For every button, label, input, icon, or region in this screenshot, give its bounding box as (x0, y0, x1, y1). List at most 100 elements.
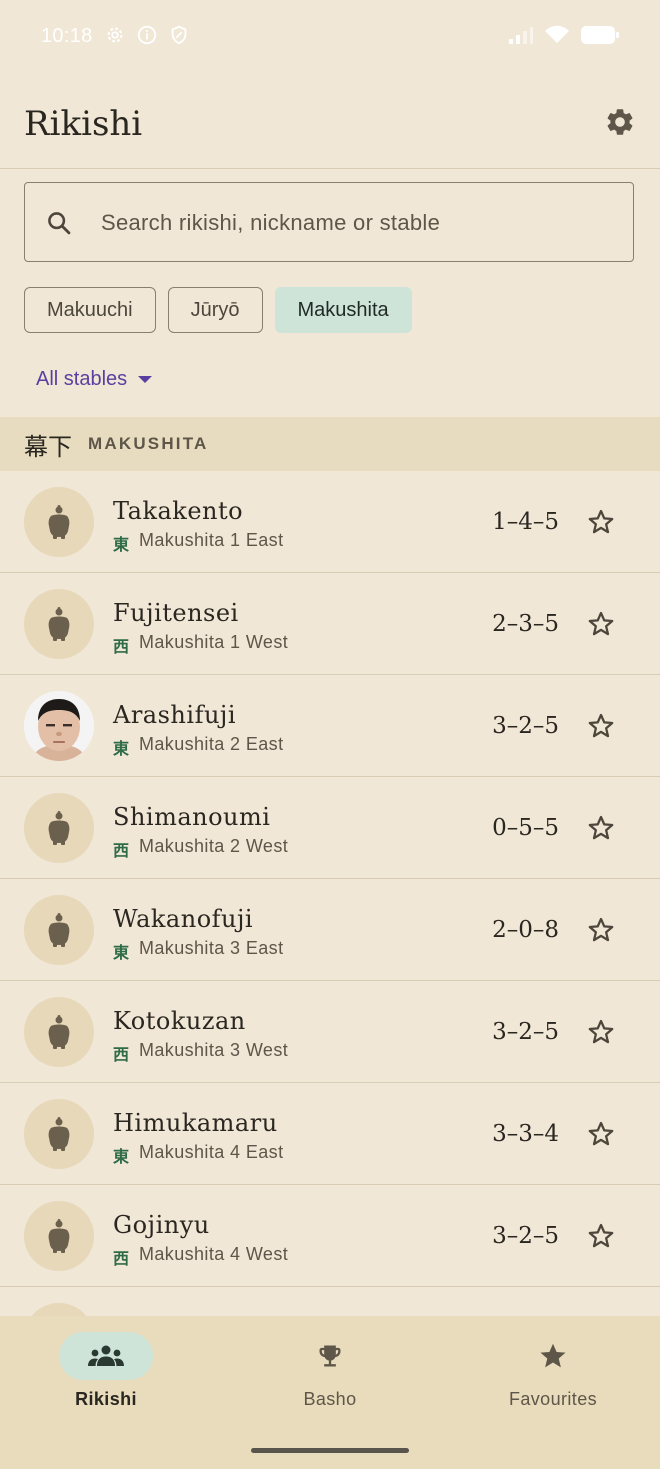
nav-label: Favourites (508, 1389, 598, 1409)
star-outline-icon (588, 713, 614, 738)
rikishi-record: 3–2–5 (492, 1223, 559, 1249)
favourite-button[interactable] (586, 1017, 616, 1052)
rikishi-side-kanji: 東 (113, 1147, 130, 1166)
rikishi-row[interactable]: Arashifuji 東 Makushita 2 East 3–2–5 (0, 675, 660, 777)
rikishi-name: Wakanofuji (113, 905, 254, 933)
rikishi-avatar (24, 997, 94, 1067)
wifi-icon (545, 25, 569, 43)
favourite-button[interactable] (586, 711, 616, 746)
rikishi-record: 2–3–5 (492, 611, 559, 637)
rikishi-avatar (24, 1201, 94, 1271)
division-chips: Makuuchi Jūryō Makushita (24, 287, 412, 333)
rikishi-name: Fujitensei (113, 599, 239, 627)
rikishi-name: Shimanoumi (113, 803, 271, 831)
stables-dropdown[interactable]: All stables (36, 368, 153, 391)
nav-basho[interactable]: Basho (250, 1332, 410, 1422)
stables-dropdown-label: All stables (36, 368, 128, 390)
rikishi-rank: Makushita 4 West (139, 1244, 289, 1264)
star-outline-icon (588, 1223, 614, 1248)
chip-label: Jūryō (190, 298, 240, 321)
nav-label: Basho (303, 1389, 357, 1409)
bottom-navigation: Rikishi Basho Favourites (0, 1316, 660, 1469)
star-outline-icon (588, 815, 614, 840)
favourite-button[interactable] (586, 1221, 616, 1256)
rikishi-avatar (24, 589, 94, 659)
sumo-silhouette-icon (48, 811, 70, 845)
trophy-icon (319, 1345, 341, 1367)
rikishi-rank: Makushita 1 East (139, 530, 284, 550)
rikishi-row[interactable]: Wakanofuji 東 Makushita 3 East 2–0–8 (0, 879, 660, 981)
sumo-silhouette-icon (48, 1117, 70, 1151)
division-section-header: 幕下 MAKUSHITA (0, 417, 660, 471)
rikishi-avatar (24, 895, 94, 965)
nav-rikishi[interactable]: Rikishi (26, 1332, 186, 1422)
status-bar: 10:18 (0, 0, 660, 74)
nav-pill (59, 1332, 153, 1380)
rikishi-avatar (24, 793, 94, 863)
page-title: Rikishi (24, 104, 143, 144)
favourite-button[interactable] (586, 813, 616, 848)
rikishi-side-kanji: 東 (113, 943, 130, 962)
section-kanji: 幕下 (24, 432, 72, 461)
rikishi-row[interactable]: Kotokuzan 西 Makushita 3 West 3–2–5 (0, 981, 660, 1083)
rikishi-side-kanji: 西 (113, 841, 130, 860)
settings-button[interactable] (600, 102, 640, 142)
nav-pill (283, 1332, 377, 1380)
rikishi-record: 2–0–8 (492, 917, 559, 943)
rikishi-avatar (24, 487, 94, 557)
home-indicator[interactable] (251, 1448, 409, 1453)
dropdown-arrow-icon (138, 375, 153, 383)
nav-label: Rikishi (75, 1389, 137, 1409)
rikishi-row[interactable]: Fujitensei 西 Makushita 1 West 2–3–5 (0, 573, 660, 675)
chip-label: Makuuchi (47, 298, 133, 321)
rikishi-side-kanji: 西 (113, 1045, 130, 1064)
star-outline-icon (588, 1019, 614, 1044)
star-outline-icon (588, 611, 614, 636)
rikishi-record: 1–4–5 (492, 509, 559, 535)
rikishi-record: 0–5–5 (492, 815, 559, 841)
sumo-silhouette-icon (48, 607, 70, 641)
rikishi-face-photo (24, 691, 94, 761)
info-status-icon (137, 25, 157, 45)
rikishi-list: Takakento 東 Makushita 1 East 1–4–5 Fujit… (0, 471, 660, 1388)
rikishi-name: Takakento (113, 497, 244, 525)
status-icons-left (104, 24, 190, 46)
rikishi-row[interactable]: Shimanoumi 西 Makushita 2 West 0–5–5 (0, 777, 660, 879)
rikishi-row[interactable]: Himukamaru 東 Makushita 4 East 3–3–4 (0, 1083, 660, 1185)
rikishi-name: Gojinyu (113, 1211, 210, 1239)
rikishi-record: 3–3–4 (492, 1121, 559, 1147)
rikishi-row[interactable]: Takakento 東 Makushita 1 East 1–4–5 (0, 471, 660, 573)
chip-juryo[interactable]: Jūryō (167, 287, 263, 333)
rikishi-rank: Makushita 3 West (139, 1040, 289, 1060)
star-outline-icon (588, 917, 614, 942)
favourite-button[interactable] (586, 1119, 616, 1154)
search-icon (48, 212, 71, 235)
chip-makushita[interactable]: Makushita (274, 287, 412, 333)
rikishi-side-kanji: 東 (113, 739, 130, 758)
rikishi-row[interactable]: Gojinyu 西 Makushita 4 West 3–2–5 (0, 1185, 660, 1287)
search-box[interactable] (24, 182, 634, 262)
star-outline-icon (588, 509, 614, 534)
section-label: MAKUSHITA (88, 434, 209, 453)
search-input[interactable] (99, 183, 613, 262)
sumo-silhouette-icon (48, 1015, 70, 1049)
favourite-button[interactable] (586, 915, 616, 950)
rikishi-rank: Makushita 2 West (139, 836, 289, 856)
rikishi-name: Kotokuzan (113, 1007, 246, 1035)
chip-label: Makushita (297, 298, 389, 321)
rikishi-record: 3–2–5 (492, 1019, 559, 1045)
rikishi-rank: Makushita 3 East (139, 938, 284, 958)
favourite-button[interactable] (586, 609, 616, 644)
chip-makuuchi[interactable]: Makuuchi (24, 287, 156, 333)
rikishi-avatar (24, 1099, 94, 1169)
rikishi-rank: Makushita 4 East (139, 1142, 284, 1162)
nav-favourites[interactable]: Favourites (473, 1332, 633, 1422)
shield-status-icon (171, 25, 187, 45)
header-divider (0, 168, 660, 169)
rikishi-rank: Makushita 2 East (139, 734, 284, 754)
gear-icon (607, 109, 633, 135)
favourite-button[interactable] (586, 507, 616, 542)
rikishi-side-kanji: 西 (113, 1249, 130, 1268)
status-time: 10:18 (41, 25, 93, 47)
nav-pill (506, 1332, 600, 1380)
